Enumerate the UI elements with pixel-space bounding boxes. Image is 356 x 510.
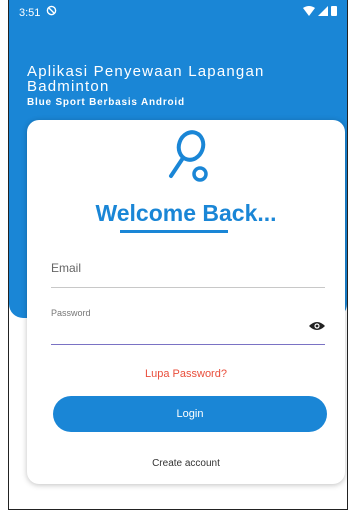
app-subtitle: Blue Sport Berbasis Android [27,97,185,108]
eye-icon[interactable] [309,321,325,331]
badminton-racket-icon [169,130,208,182]
phone-screen: 3:51 Aplikasi Penyewaan Lapangan Badmint… [8,0,348,510]
login-button[interactable]: Login [53,396,327,432]
signal-icon [318,6,328,16]
status-icons [303,6,337,16]
login-card: Welcome Back... Email Password Lupa Pass… [27,120,345,484]
password-label: Password [51,308,91,318]
wifi-icon [303,6,315,16]
email-label: Email [51,261,82,275]
email-field[interactable]: Email [51,252,325,288]
do-not-disturb-icon [46,5,57,19]
status-bar: 3:51 [9,0,347,26]
status-time: 3:51 [19,7,41,19]
create-account-link[interactable]: Create account [27,458,345,469]
welcome-heading: Welcome Back... [95,200,277,226]
battery-icon [331,6,337,16]
welcome-underline [120,230,228,233]
forgot-password-link[interactable]: Lupa Password? [27,368,345,380]
password-field[interactable]: Password [51,300,325,345]
app-title: Aplikasi Penyewaan Lapangan Badminton [27,63,265,95]
